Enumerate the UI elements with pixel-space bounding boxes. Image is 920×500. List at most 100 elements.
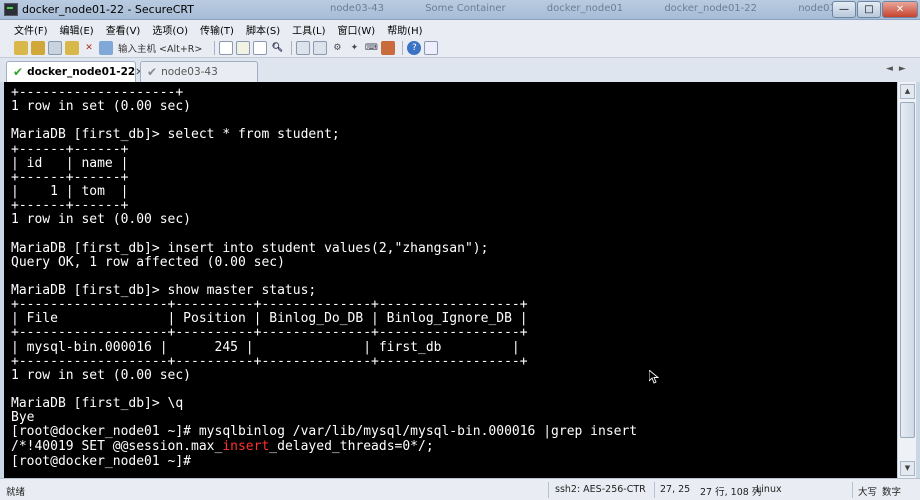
session-tab-strip: ✔ docker_node01-22 ✕ ✔ node03-43 ◄► xyxy=(0,58,920,82)
sftp-icon[interactable] xyxy=(313,41,328,55)
text-cursor xyxy=(191,454,199,467)
print-icon[interactable] xyxy=(296,41,311,55)
terminal-scrollbar[interactable]: ▲ ▼ xyxy=(897,82,916,478)
session-options-icon[interactable]: ⚙ xyxy=(330,41,344,55)
status-divider xyxy=(852,482,853,498)
menu-view[interactable]: 查看(V) xyxy=(106,22,141,37)
shell-prompt-line: [root@docker_node01 ~]# xyxy=(11,454,897,468)
status-divider xyxy=(548,482,549,498)
copy-icon[interactable] xyxy=(219,41,234,55)
terminal-output[interactable]: +--------------------+ 1 row in set (0.0… xyxy=(4,82,897,478)
terminal-line: +-------------------+----------+--------… xyxy=(11,353,528,369)
disconnect-icon[interactable]: ✕ xyxy=(82,41,96,55)
background-tab: Some Container xyxy=(425,3,506,14)
global-options-icon[interactable]: ✦ xyxy=(347,41,361,55)
menu-transfer[interactable]: 传输(T) xyxy=(200,22,234,37)
window-title: docker_node01-22 - SecureCRT xyxy=(22,3,194,16)
scrollbar-thumb[interactable] xyxy=(900,102,915,438)
toolbar: ✕ 输入主机 <Alt+R> 🔍︎ ⚙ ✦ ⌨ ? xyxy=(0,39,920,58)
tab-next-icon[interactable]: ► xyxy=(899,64,906,74)
tab-docker-node01-22[interactable]: ✔ docker_node01-22 ✕ xyxy=(6,61,144,82)
scroll-up-arrow-icon[interactable]: ▲ xyxy=(900,84,915,99)
status-bar: 就绪 ssh2: AES-256-CTR 27, 25 27 行, 108 列 … xyxy=(0,478,920,500)
grep-result-line: /*!40019 SET @@session.max_insert_delaye… xyxy=(11,438,897,454)
terminal-line: +------+------+ xyxy=(11,141,129,157)
grep-result-prefix: /*!40019 SET @@session.max_ xyxy=(11,438,223,454)
menu-file[interactable]: 文件(F) xyxy=(14,22,48,37)
keymap-icon[interactable]: ⌨ xyxy=(364,41,378,55)
menu-edit[interactable]: 编辑(E) xyxy=(60,22,94,37)
about-icon[interactable] xyxy=(424,41,439,55)
toolbar-separator xyxy=(291,41,293,55)
terminal-line: +-------------------+----------+--------… xyxy=(11,325,528,341)
terminal-line: +------+------+ xyxy=(11,169,129,185)
quick-connect-field[interactable]: 输入主机 <Alt+R> xyxy=(118,41,202,55)
connected-check-icon: ✔ xyxy=(13,65,24,79)
script-icon[interactable] xyxy=(381,41,396,55)
terminal-line: | File | Position | Binlog_Do_DB | Binlo… xyxy=(11,311,528,327)
find-icon[interactable]: 🔍︎ xyxy=(270,41,284,55)
tab-node03-43[interactable]: ✔ node03-43 xyxy=(140,61,258,82)
help-icon[interactable]: ? xyxy=(407,41,422,55)
status-rows-cols: 27 行, 108 列 xyxy=(700,487,762,498)
grep-match-highlight: insert xyxy=(222,438,270,454)
tab-label: node03-43 xyxy=(161,66,218,78)
maximize-button[interactable]: □ xyxy=(857,1,881,18)
menu-bar: 文件(F) 编辑(E) 查看(V) 选项(O) 传输(T) 脚本(S) 工具(L… xyxy=(0,20,920,39)
status-os: Linux xyxy=(756,484,782,495)
disconnected-check-icon: ✔ xyxy=(147,65,158,79)
menu-script[interactable]: 脚本(S) xyxy=(246,22,280,37)
terminal-line: +------+------+ xyxy=(11,198,129,214)
copy-paste-icon[interactable] xyxy=(253,41,268,55)
status-num-lock: 数字 xyxy=(882,487,902,498)
menu-tools[interactable]: 工具(L) xyxy=(292,22,325,37)
status-protocol: ssh2: AES-256-CTR xyxy=(555,484,646,495)
terminal-line: +--------------------+ xyxy=(11,85,184,100)
menu-help[interactable]: 帮助(H) xyxy=(387,22,422,37)
terminal-line: 1 row in set (0.00 sec) xyxy=(11,367,192,383)
terminal-line: 1 row in set (0.00 sec) xyxy=(11,212,192,228)
terminal-line: +-------------------+----------+--------… xyxy=(11,297,528,313)
terminal-line: Bye xyxy=(11,410,35,426)
toolbar-separator xyxy=(214,41,216,55)
minimize-button[interactable]: — xyxy=(832,1,856,18)
toolbar-separator xyxy=(402,41,404,55)
status-cursor-position: 27, 25 xyxy=(660,484,691,495)
quick-connect-icon[interactable] xyxy=(31,41,45,55)
terminal-line: | 1 | tom | xyxy=(11,183,129,199)
menu-window[interactable]: 窗口(W) xyxy=(337,22,375,37)
grep-result-suffix: _delayed_threads=0*/; xyxy=(269,438,434,454)
background-tab: node03-43 xyxy=(330,3,385,14)
terminal-line: [root@docker_node01 ~]# mysqlbinlog /var… xyxy=(11,424,638,440)
connect-in-tab-icon[interactable] xyxy=(48,41,62,55)
terminal-line: | id | name | xyxy=(11,155,129,171)
shell-prompt: [root@docker_node01 ~]# xyxy=(11,453,192,469)
reconnect-icon[interactable] xyxy=(65,41,79,55)
tab-label: docker_node01-22 xyxy=(27,66,136,78)
terminal-line: MariaDB [first_db]> select * from studen… xyxy=(11,127,340,143)
connect-icon[interactable] xyxy=(14,41,28,55)
paste-icon[interactable] xyxy=(236,41,251,55)
background-tab: docker_node01-22 xyxy=(664,3,758,14)
tab-scroll-arrows: ◄ ► xyxy=(886,64,912,74)
status-ready: 就绪 xyxy=(6,487,26,498)
terminal-line: MariaDB [first_db]> insert into student … xyxy=(11,240,489,256)
menu-options[interactable]: 选项(O) xyxy=(152,22,188,37)
terminal-line: Query OK, 1 row affected (0.00 sec) xyxy=(11,254,285,270)
scroll-down-arrow-icon[interactable]: ▼ xyxy=(900,461,915,476)
terminal-line: | mysql-bin.000016 | 245 | | first_db | xyxy=(11,339,520,355)
status-caps-lock: 大写 xyxy=(858,487,878,498)
terminal-line: 1 row in set (0.00 sec) xyxy=(11,99,192,115)
terminal-line: MariaDB [first_db]> \q xyxy=(11,396,184,412)
securecrt-app-icon xyxy=(4,3,18,16)
background-window-tabs: node03-43 Some Container docker_node01 d… xyxy=(330,3,890,14)
status-divider xyxy=(654,482,655,498)
mouse-pointer-icon xyxy=(649,370,659,384)
host-icon xyxy=(99,41,113,55)
close-window-button[interactable]: ✕ xyxy=(882,1,918,18)
tab-prev-icon[interactable]: ◄ xyxy=(886,64,893,74)
